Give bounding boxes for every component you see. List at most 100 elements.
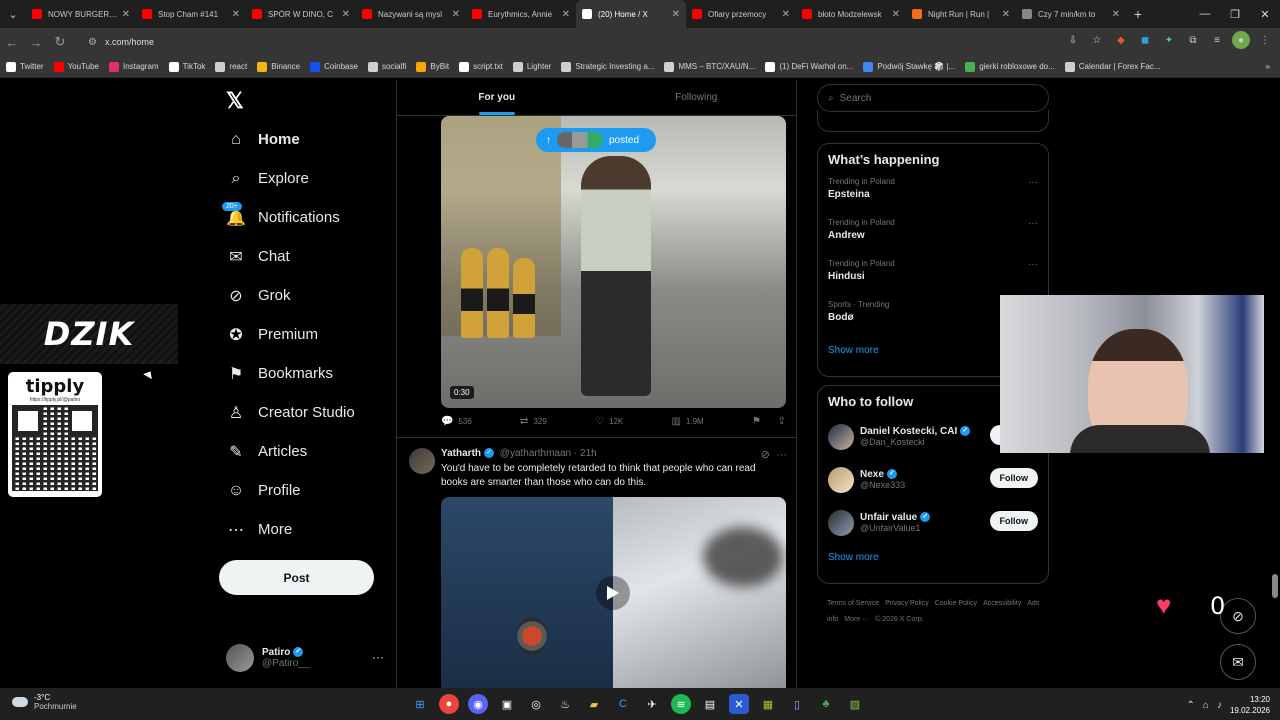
follow-button[interactable]: Follow xyxy=(989,511,1038,531)
avatar[interactable] xyxy=(409,448,435,474)
more-dots-icon[interactable]: ··· xyxy=(372,650,384,664)
footer-link[interactable]: Terms of Service xyxy=(827,600,879,607)
bookmark-item[interactable]: (1) DeFi Warhol on... xyxy=(765,61,853,72)
bookmark-item[interactable]: TikTok xyxy=(168,61,205,72)
maximize-icon[interactable]: ❐ xyxy=(1220,8,1250,21)
forward-icon[interactable]: → xyxy=(24,35,48,50)
clock[interactable]: 13:20 19.02.2026 xyxy=(1230,694,1270,716)
menu-icon[interactable]: ⋮ xyxy=(1256,31,1274,49)
tab-search-icon[interactable]: ⌄ xyxy=(0,0,26,28)
bookmark-item[interactable]: Coinbase xyxy=(310,61,358,72)
close-tab-icon[interactable]: ✕ xyxy=(672,9,680,20)
spotify-icon[interactable]: ≋ xyxy=(671,694,691,714)
messages-fab-icon[interactable]: ✉ xyxy=(1220,644,1256,680)
close-tab-icon[interactable]: ✕ xyxy=(892,9,900,20)
reload-icon[interactable]: ↻ xyxy=(48,34,72,50)
nav-item-premium[interactable]: ✪ Premium xyxy=(218,315,388,354)
bookmark-item[interactable]: socialfi xyxy=(367,61,406,72)
notes-icon[interactable]: ▯ xyxy=(787,694,807,714)
app-icon[interactable]: ▧ xyxy=(845,694,865,714)
bookmark-item[interactable]: Podwój Stawkę 🎲 |... xyxy=(863,61,955,72)
more-dots-icon[interactable]: ··· xyxy=(1028,218,1038,229)
bookmark-item[interactable]: YouTube xyxy=(53,61,99,72)
bookmark-item[interactable]: Lighter xyxy=(512,61,551,72)
tweet-handle[interactable]: @yatharthmaan xyxy=(500,448,571,459)
repost-button[interactable]: ⇄ 329 xyxy=(520,416,547,427)
install-icon[interactable]: ⇩ xyxy=(1064,31,1082,49)
like-button[interactable]: ♡ 12K xyxy=(595,416,623,427)
footer-link[interactable]: Cookie Policy xyxy=(935,600,977,607)
views-button[interactable]: ▥ 1.9M xyxy=(671,416,703,427)
browser-tab[interactable]: Night Run | Run | ✕ xyxy=(906,0,1016,28)
nav-item-chat[interactable]: ✉ Chat xyxy=(218,237,388,276)
bookmark-item[interactable]: MMS – BTC/XAU/N... xyxy=(664,61,755,72)
close-tab-icon[interactable]: ✕ xyxy=(1002,9,1010,20)
tweet-video[interactable]: 0:30 xyxy=(441,116,786,408)
more-dots-icon[interactable]: ··· xyxy=(776,449,787,461)
close-tab-icon[interactable]: ✕ xyxy=(122,9,130,20)
nav-item-grok[interactable]: ⊘ Grok xyxy=(218,276,388,315)
trend-item[interactable]: Trending in Poland Andrew ··· xyxy=(818,214,1048,255)
avatar[interactable] xyxy=(828,466,854,493)
browser-tab[interactable]: Nazywani są mysl ✕ xyxy=(356,0,466,28)
nav-item-explore[interactable]: ⌕ Explore xyxy=(218,159,388,198)
volume-icon[interactable]: ♪ xyxy=(1217,700,1222,711)
minimize-icon[interactable]: — xyxy=(1190,8,1220,20)
bookmark-item[interactable]: ByBit xyxy=(416,61,449,72)
windows-start-icon[interactable]: ⊞ xyxy=(410,694,430,714)
footer-link[interactable]: Accessibility xyxy=(983,600,1021,607)
more-dots-icon[interactable]: ··· xyxy=(1028,177,1038,188)
footer-link[interactable]: Privacy Policy xyxy=(885,600,929,607)
app-icon[interactable]: ▣ xyxy=(497,694,517,714)
footer-link[interactable]: More ··· xyxy=(844,616,869,623)
close-tab-icon[interactable]: ✕ xyxy=(562,9,570,20)
avatar[interactable] xyxy=(828,423,854,450)
footer-link[interactable]: © 2026 X Corp. xyxy=(875,616,923,623)
bookmark-item[interactable]: gierki robloxowe do... xyxy=(965,61,1055,72)
nav-item-notifications[interactable]: 20+ 🔔 Notifications xyxy=(218,198,388,237)
browser-tab[interactable]: (20) Home / X ✕ xyxy=(576,0,686,28)
search-input[interactable]: ⌕ Search xyxy=(817,84,1049,112)
bookmark-item[interactable]: script.txt xyxy=(459,61,503,72)
app-icon[interactable]: ♣ xyxy=(816,694,836,714)
share-icon[interactable]: ⇪ xyxy=(778,416,786,427)
close-tab-icon[interactable]: ✕ xyxy=(782,9,790,20)
nav-item-creator-studio[interactable]: ♙ Creator Studio xyxy=(218,393,388,432)
app-icon[interactable]: ▦ xyxy=(758,694,778,714)
new-posts-pill[interactable]: ↑ posted xyxy=(536,128,656,152)
star-icon[interactable]: ☆ xyxy=(1088,31,1106,49)
nav-item-profile[interactable]: ☺ Profile xyxy=(218,471,388,510)
close-tab-icon[interactable]: ✕ xyxy=(1112,9,1120,20)
nav-item-home[interactable]: ⌂ Home xyxy=(218,120,388,159)
follow-suggestion[interactable]: Nexe ✓ @Nexe333 Follow xyxy=(818,458,1048,501)
close-tab-icon[interactable]: ✕ xyxy=(232,9,240,20)
folder-icon[interactable]: ▰ xyxy=(584,694,604,714)
follow-button[interactable]: Follow xyxy=(989,468,1038,488)
bookmark-item[interactable]: Calendar | Forex Fac... xyxy=(1064,61,1160,72)
browser-tab[interactable]: SPÓR W DINO, C ✕ xyxy=(246,0,356,28)
tweet-author[interactable]: Yatharth xyxy=(441,448,481,459)
browser-tab[interactable]: Czy 7 min/km to ✕ xyxy=(1016,0,1126,28)
extension-icon[interactable]: ◼ xyxy=(1136,31,1154,49)
x-logo-icon[interactable]: 𝕏 xyxy=(226,88,244,114)
nav-item-more[interactable]: ⋯ More xyxy=(218,510,388,549)
puzzle-icon[interactable]: ⧉ xyxy=(1184,31,1202,49)
trend-item[interactable]: Trending in Poland Hindusi ··· xyxy=(818,255,1048,296)
reply-button[interactable]: 💬 536 xyxy=(441,416,472,427)
trend-item[interactable]: Trending in Poland Epsteina ··· xyxy=(818,173,1048,214)
post-button[interactable]: Post xyxy=(219,560,374,595)
browser-tab[interactable]: Eurythmics, Annie ✕ xyxy=(466,0,576,28)
bookmark-item[interactable]: Strategic Investing a... xyxy=(561,61,654,72)
bookmark-item[interactable]: Binance xyxy=(257,61,300,72)
new-tab-button[interactable]: + xyxy=(1126,6,1150,22)
bookmark-item[interactable]: Instagram xyxy=(109,61,159,72)
address-bar[interactable]: ⚙ x.com/home xyxy=(78,31,1078,53)
browser-tab[interactable]: NOWY BURGER W ✕ xyxy=(26,0,136,28)
nav-item-bookmarks[interactable]: ⚑ Bookmarks xyxy=(218,354,388,393)
grok-fab-icon[interactable]: ⊘ xyxy=(1220,598,1256,634)
bookmark-item[interactable]: Twitter xyxy=(6,61,44,72)
site-info-icon[interactable]: ⚙ xyxy=(88,37,97,48)
tray-chevron-icon[interactable]: ⌃ xyxy=(1187,700,1195,711)
show-more-link[interactable]: Show more xyxy=(818,544,1048,571)
close-window-icon[interactable]: ✕ xyxy=(1250,8,1280,21)
